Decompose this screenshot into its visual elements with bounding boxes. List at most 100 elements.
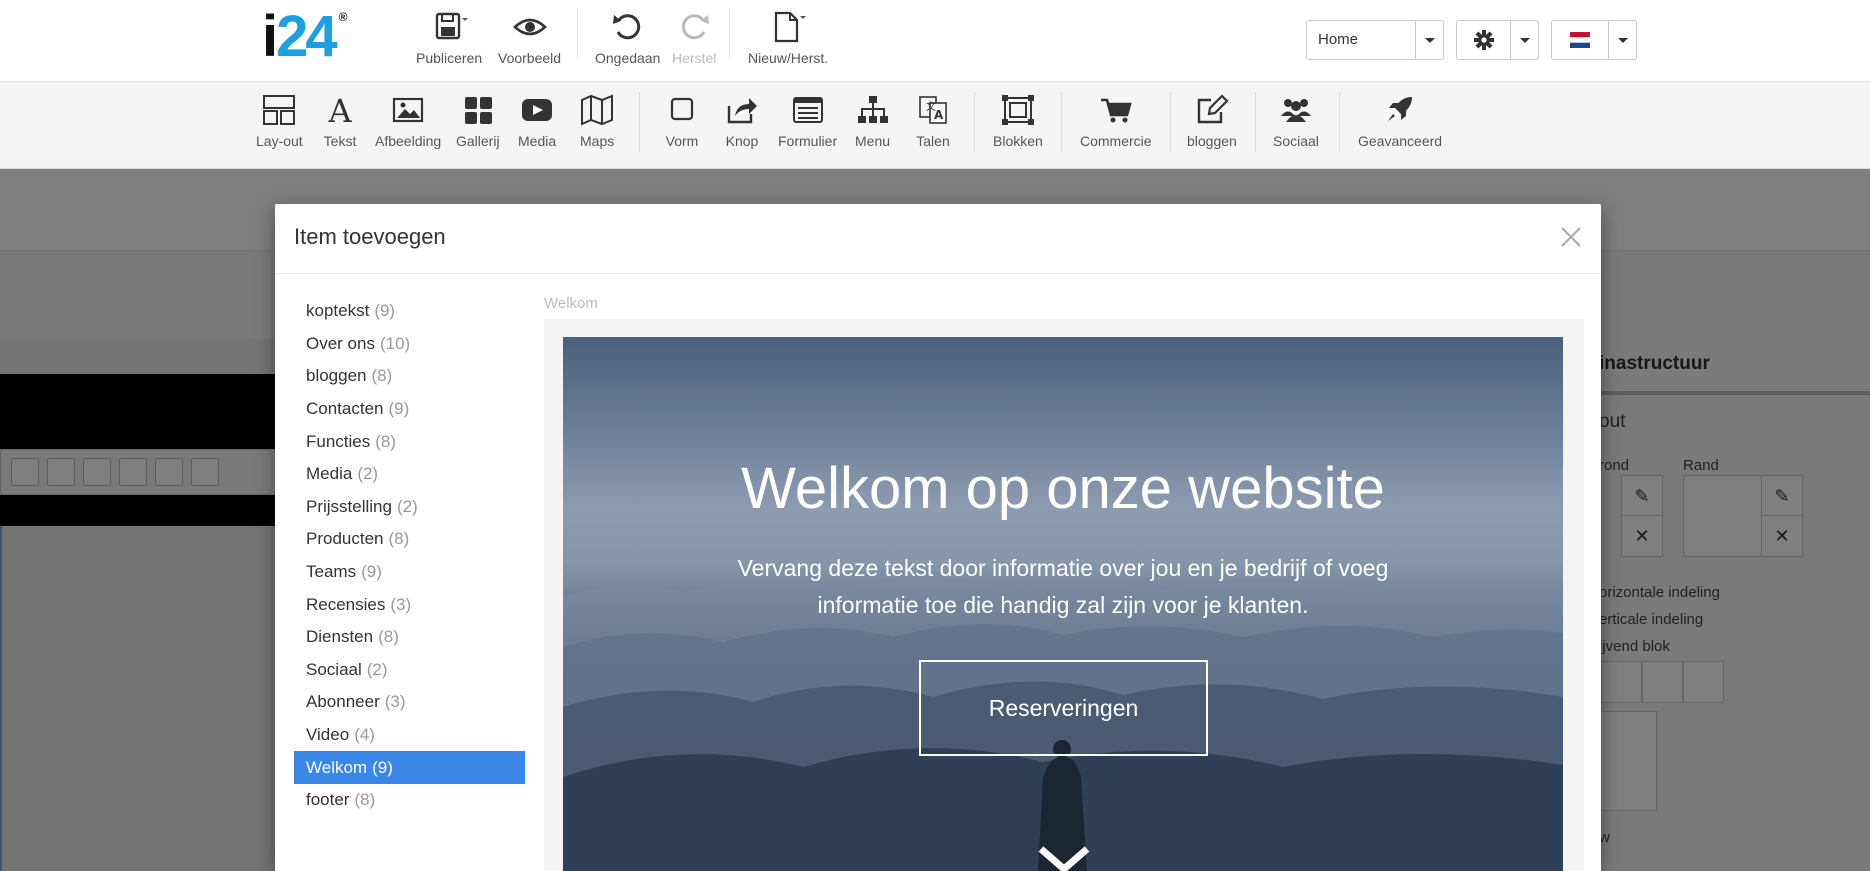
category-item[interactable]: Recensies (3) [294,588,525,621]
settings-button[interactable] [1457,21,1510,59]
category-item[interactable]: Sociaal (2) [294,654,525,687]
template-preview-container: Welkom op onze website Vervang deze teks… [544,319,1584,871]
category-count: (8) [371,366,393,386]
category-name: Video [306,725,350,745]
category-name: Over ons [306,333,375,353]
category-item[interactable]: Contacten (9) [294,393,525,426]
separator [729,10,730,58]
category-count: (9) [361,562,382,582]
redo-icon [682,14,710,40]
logo: i 24 ® [262,8,348,66]
undo-icon [612,14,640,40]
redo-button[interactable]: Herstel [672,10,716,66]
chevron-down-icon [1038,846,1090,871]
tool-media[interactable]: Media [518,94,556,149]
category-name: bloggen [306,366,367,386]
layout-icon [263,95,296,125]
language-caret[interactable] [1608,21,1636,59]
tool-label: Talen [916,133,950,149]
tool-button[interactable]: Knop [725,94,759,149]
category-item[interactable]: Abonneer (3) [294,686,525,719]
category-item[interactable]: Producten (8) [294,523,525,556]
category-count: (4) [354,725,375,745]
category-item[interactable]: Functies (8) [294,425,525,458]
category-count: (8) [354,790,376,810]
tool-languages[interactable]: 文 A Talen [916,94,950,149]
category-item[interactable]: Video (4) [294,719,525,752]
category-item[interactable]: koptekst (9) [294,295,525,328]
category-list: koptekst (9) Over ons (10) bloggen (8) Contact… [294,295,525,817]
reservations-button[interactable]: Reserveringen [919,660,1208,756]
publish-button[interactable]: Publiceren [416,10,482,66]
category-item[interactable]: Welkom (9) [294,751,525,784]
translate-icon: 文 A [919,96,947,124]
tool-menu[interactable]: Menu [855,94,890,149]
tool-label: Menu [855,133,891,149]
save-icon [435,12,469,40]
square-icon [670,97,694,121]
tool-layout[interactable]: Lay-out [256,94,303,149]
category-name: Contacten [306,399,384,419]
page-select[interactable]: Home [1306,20,1444,60]
category-item[interactable]: bloggen (8) [294,360,525,393]
blocks-icon [1001,95,1034,125]
rocket-icon [1388,97,1413,121]
language-button[interactable] [1552,21,1608,59]
close-icon [1561,227,1581,247]
image-icon [392,97,424,123]
separator [974,92,975,152]
add-item-modal: Item toevoegen koptekst (9) Over ons (10) bl… [275,204,1601,871]
category-item[interactable]: footer (8) [294,784,525,817]
language-dropdown[interactable] [1551,20,1637,60]
tool-label: Lay-out [256,133,303,149]
tool-text[interactable]: A Tekst [323,94,357,149]
page-select-dropdown[interactable] [1415,21,1443,59]
form-icon [792,97,823,123]
tool-shape[interactable]: Vorm [665,94,699,149]
category-item[interactable]: Over ons (10) [294,328,525,361]
settings-caret[interactable] [1510,21,1538,59]
hero-title: Welkom op onze website [741,456,1385,521]
separator [1061,92,1062,152]
tool-gallery[interactable]: Gallerij [456,94,500,149]
settings-dropdown[interactable] [1456,20,1539,60]
category-count: (2) [366,659,388,679]
new-restore-button[interactable]: Nieuw/Herst. [748,10,828,66]
logo-registered: ® [338,10,348,24]
category-name: Recensies [306,594,386,614]
tool-label: Maps [580,133,615,149]
category-name: Sociaal [306,659,362,679]
share-icon [727,98,757,124]
category-count: (10) [379,333,411,353]
separator [1170,92,1171,152]
preview-button[interactable]: Voorbeeld [498,10,561,66]
eye-icon [512,18,547,36]
element-toolbar: Lay-out A Tekst Afbeelding Gallerij Medi… [0,82,1870,169]
tool-maps[interactable]: Maps [580,94,614,149]
tool-form[interactable]: Formulier [778,94,837,149]
tool-label: Sociaal [1273,133,1319,149]
modal-title: Item toevoegen [294,224,446,249]
preview-label: Welkom [544,295,598,312]
publish-label: Publiceren [416,50,483,66]
category-item[interactable]: Teams (9) [294,556,525,589]
chevron-down-icon [1424,37,1435,43]
tool-blocks[interactable]: Blokken [993,94,1043,149]
tool-image[interactable]: Afbeelding [375,94,441,149]
tool-commerce[interactable]: Commercie [1080,94,1152,149]
category-item[interactable]: Diensten (8) [294,621,525,654]
template-preview[interactable]: Welkom op onze website Vervang deze teks… [563,337,1563,871]
undo-button[interactable]: Ongedaan [595,10,660,66]
svg-text:A: A [327,94,352,126]
tool-label: Media [518,133,557,149]
tool-social[interactable]: Sociaal [1273,94,1319,149]
close-button[interactable] [1559,225,1583,249]
tool-advanced[interactable]: Geavanceerd [1358,94,1442,149]
category-item[interactable]: Prijsstelling (2) [294,491,525,524]
tool-label: Formulier [778,133,838,149]
separator [1255,92,1256,152]
text-icon: A [327,94,352,126]
category-item[interactable]: Media (2) [294,458,525,491]
tool-blog[interactable]: bloggen [1187,94,1237,149]
category-count: (8) [378,627,399,647]
